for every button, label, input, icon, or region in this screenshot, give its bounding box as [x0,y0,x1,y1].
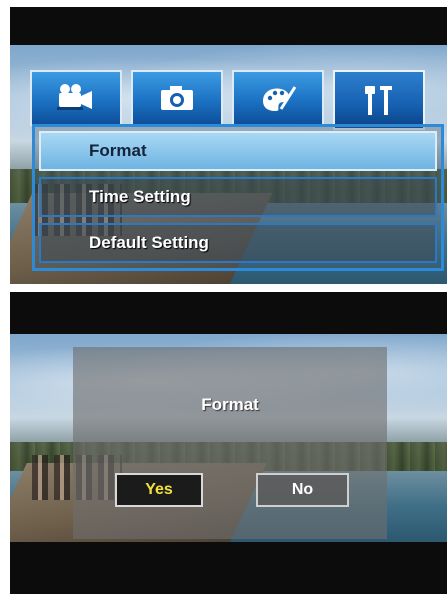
no-button[interactable]: No [256,473,349,507]
setup-menu-screen: Format Time Setting Default Setting [10,7,447,284]
tab-effects[interactable] [232,70,324,126]
camera-icon [161,86,193,110]
yes-button[interactable]: Yes [115,473,203,507]
menu-item-time-setting[interactable]: Time Setting [39,177,437,217]
tab-movie[interactable] [30,70,122,126]
tab-camera[interactable] [131,70,223,126]
menu-item-label: Time Setting [89,187,191,206]
menu-item-default-setting[interactable]: Default Setting [39,223,437,263]
format-dialog: Format Yes No [73,347,387,539]
movie-camera-icon [57,84,92,110]
setup-menu: Format Time Setting Default Setting [32,124,444,271]
menu-item-label: Format [89,141,147,160]
tab-setup[interactable] [333,70,425,130]
menu-item-format[interactable]: Format [39,131,437,171]
dialog-title: Format [201,395,259,414]
mode-tab-bar [30,70,425,132]
menu-item-label: Default Setting [89,233,209,252]
tools-icon [365,86,392,115]
palette-icon [263,86,297,111]
format-confirm-screen: Format Yes No [10,292,447,594]
